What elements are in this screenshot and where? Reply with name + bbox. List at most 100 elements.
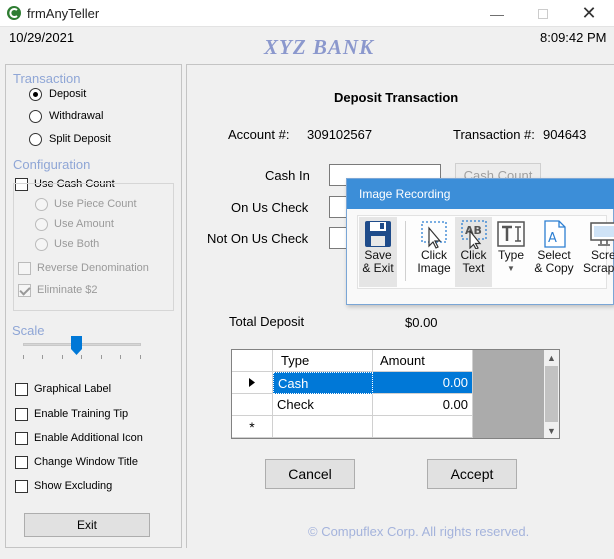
checkbox-icon — [15, 480, 28, 493]
enable-additional-icon-label: Enable Additional Icon — [34, 432, 143, 444]
total-deposit-value: $0.00 — [405, 315, 438, 330]
table-cell-empty[interactable] — [373, 416, 473, 438]
use-amount-label: Use Amount — [54, 218, 114, 230]
account-number: 309102567 — [307, 127, 373, 142]
use-both-label: Use Both — [54, 238, 100, 250]
time-label: 8:09:42 PM — [540, 30, 607, 45]
change-window-title-checkbox[interactable]: Change Window Title — [15, 455, 175, 473]
accept-button[interactable]: Accept — [427, 459, 517, 489]
row-header-corner — [232, 350, 273, 372]
close-icon: ✕ — [581, 3, 597, 23]
withdrawal-radio[interactable]: Withdrawal — [29, 109, 169, 127]
checkbox-icon — [18, 262, 31, 275]
slider-thumb[interactable] — [71, 336, 83, 355]
transaction-group-title: Transaction — [13, 71, 81, 86]
reverse-denomination-checkbox[interactable]: Reverse Denomination — [18, 261, 173, 279]
enable-training-tip-checkbox[interactable]: Enable Training Tip — [15, 407, 175, 425]
image-recording-popup: Image Recording Save & Exit Click Image … — [346, 178, 614, 305]
exit-button[interactable]: Exit — [24, 513, 150, 537]
copyright-text: © Compuflex Corp. All rights reserved. — [308, 524, 530, 539]
deposit-grid[interactable]: Type Amount Cash 0.00 Check 0.00 * ▲ ▼ — [231, 349, 560, 439]
enable-training-tip-label: Enable Training Tip — [34, 408, 129, 420]
select-copy-button[interactable]: A Select & Copy — [533, 217, 575, 287]
checkbox-icon — [15, 383, 28, 396]
radio-selected-icon — [29, 88, 42, 101]
left-panel: Transaction Deposit Withdrawal Split Dep… — [5, 64, 182, 548]
column-header-type[interactable]: Type — [273, 350, 373, 372]
use-piece-count-label: Use Piece Count — [54, 198, 137, 210]
svg-text:A: A — [548, 231, 557, 246]
table-cell-type[interactable]: Cash — [273, 372, 373, 394]
column-header-amount[interactable]: Amount — [373, 350, 473, 372]
click-text-button[interactable]: AB Click Text — [455, 217, 492, 287]
click-image-button[interactable]: Click Image — [414, 217, 454, 287]
reverse-denomination-label: Reverse Denomination — [37, 262, 149, 274]
slider-tick — [140, 355, 141, 359]
radio-icon — [35, 238, 48, 251]
show-excluding-label: Show Excluding — [34, 480, 113, 492]
checkbox-icon — [15, 432, 28, 445]
table-cell-amount[interactable]: 0.00 — [373, 372, 473, 394]
grid-scrollbar[interactable]: ▲ ▼ — [544, 350, 559, 438]
scrollbar-thumb[interactable] — [545, 366, 558, 422]
graphical-label-label: Graphical Label — [34, 383, 112, 395]
maximize-button[interactable] — [520, 0, 566, 27]
enable-additional-icon-checkbox[interactable]: Enable Additional Icon — [15, 431, 180, 449]
use-amount-radio[interactable]: Use Amount — [35, 217, 165, 235]
select-copy-icon: A — [544, 220, 566, 248]
radio-icon — [29, 133, 42, 146]
total-deposit-label: Total Deposit — [229, 314, 305, 329]
configuration-group-title: Configuration — [13, 157, 91, 172]
row-selector-current[interactable] — [232, 372, 273, 394]
new-row-selector[interactable]: * — [232, 416, 273, 438]
eliminate-2-checkbox[interactable]: Eliminate $2 — [18, 283, 173, 301]
scroll-down-arrow-icon[interactable]: ▼ — [544, 423, 559, 438]
page-title: Deposit Transaction — [334, 90, 459, 105]
window-title: frmAnyTeller — [27, 6, 100, 21]
not-on-us-check-label: Not On Us Check — [207, 231, 309, 246]
radio-icon — [35, 218, 48, 231]
slider-tick — [120, 355, 121, 359]
type-label: Type — [497, 248, 524, 262]
save-icon — [365, 221, 391, 247]
deposit-radio[interactable]: Deposit — [29, 87, 169, 105]
table-cell-type[interactable]: Check — [273, 394, 373, 416]
table-cell-empty[interactable] — [273, 416, 373, 438]
radio-icon — [35, 198, 48, 211]
graphical-label-checkbox[interactable]: Graphical Label — [15, 382, 175, 400]
table-cell-amount[interactable]: 0.00 — [373, 394, 473, 416]
on-us-check-label: On Us Check — [231, 200, 309, 215]
split-deposit-radio[interactable]: Split Deposit — [29, 132, 169, 150]
click-image-label-2: Image — [417, 261, 451, 275]
close-button[interactable]: ✕ — [566, 0, 612, 27]
click-text-icon: AB — [460, 220, 487, 249]
cancel-button[interactable]: Cancel — [265, 459, 355, 489]
use-piece-count-radio[interactable]: Use Piece Count — [35, 197, 165, 215]
select-copy-label-2: & Copy — [534, 261, 574, 275]
use-both-radio[interactable]: Use Both — [35, 237, 165, 255]
row-selector[interactable] — [232, 394, 273, 416]
type-dropdown-icon[interactable]: ▼ — [507, 262, 515, 275]
screen-scraping-button[interactable]: Scree Scrapin — [579, 217, 614, 287]
transaction-label: Transaction #: — [453, 127, 535, 142]
app-icon — [7, 6, 21, 20]
slider-tick — [62, 355, 63, 359]
checkbox-icon — [15, 408, 28, 421]
show-excluding-checkbox[interactable]: Show Excluding — [15, 479, 175, 497]
grid-empty-area — [473, 350, 544, 438]
radio-icon — [29, 110, 42, 123]
screen-scraping-label-2: Scrapin — [583, 261, 614, 275]
main-panel: Deposit Transaction Account #: 309102567… — [186, 64, 614, 548]
type-button[interactable]: Type ▼ — [494, 217, 528, 287]
scale-slider[interactable] — [23, 333, 141, 363]
minimize-icon: — — [490, 5, 504, 22]
type-icon — [497, 221, 525, 247]
withdrawal-label: Withdrawal — [49, 110, 104, 122]
save-exit-button[interactable]: Save & Exit — [359, 217, 397, 287]
checkbox-checked-icon — [18, 284, 31, 297]
click-text-label-2: Text — [462, 261, 485, 275]
screen-icon — [590, 222, 614, 246]
slider-tick — [23, 355, 24, 359]
minimize-button[interactable]: — — [474, 0, 520, 27]
scroll-up-arrow-icon[interactable]: ▲ — [544, 350, 559, 365]
